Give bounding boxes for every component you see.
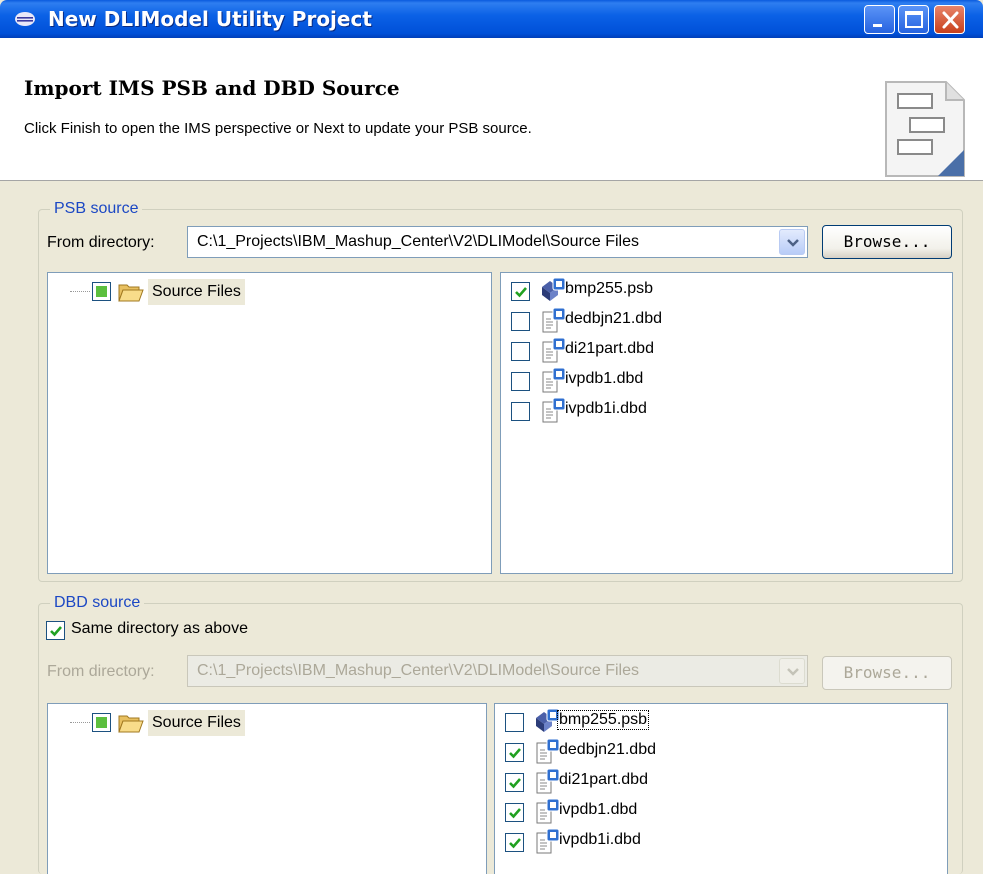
- dbd-directory-combo[interactable]: C:\1_Projects\IBM_Mashup_Center\V2\DLIMo…: [187, 655, 808, 687]
- close-button[interactable]: [934, 5, 965, 34]
- page-title: Import IMS PSB and DBD Source: [24, 76, 400, 100]
- dbd-icon: [542, 337, 566, 363]
- tree-checkbox-partial[interactable]: [92, 282, 111, 301]
- psb-browse-button[interactable]: Browse...: [822, 225, 952, 259]
- psb-directory-label: From directory:: [47, 234, 155, 251]
- file-checkbox[interactable]: [505, 803, 524, 822]
- maximize-icon: [905, 11, 923, 28]
- dbd-directory-value: C:\1_Projects\IBM_Mashup_Center\V2\DLIMo…: [197, 662, 639, 679]
- checkmark-icon: [515, 287, 527, 298]
- file-name: ivpdb1.dbd: [565, 370, 644, 387]
- chevron-down-icon: [787, 668, 799, 676]
- file-name: bmp255.psb: [556, 710, 650, 730]
- maximize-button[interactable]: [898, 5, 929, 34]
- file-checkbox[interactable]: [511, 372, 530, 391]
- psb-icon: [542, 277, 566, 301]
- psb-directory-value: C:\1_Projects\IBM_Mashup_Center\V2\DLIMo…: [197, 233, 639, 250]
- dbd-directory-label: From directory:: [47, 663, 155, 680]
- file-name: bmp255.psb: [565, 280, 654, 297]
- tree-item-label: Source Files: [148, 279, 245, 305]
- file-name: di21part.dbd: [559, 771, 648, 788]
- dbd-directory-dropdown-button[interactable]: [779, 658, 805, 684]
- checkmark-icon: [509, 838, 521, 849]
- file-checkbox[interactable]: [505, 773, 524, 792]
- minimize-button[interactable]: [864, 5, 895, 34]
- checkmark-icon: [509, 778, 521, 789]
- dbd-file-list[interactable]: bmp255.psb dedbjn21.dbd di21part.dbd ivpdb1…: [494, 703, 948, 874]
- dbd-icon: [536, 798, 560, 824]
- dbd-icon: [536, 768, 560, 794]
- file-checkbox[interactable]: [505, 833, 524, 852]
- window-title: New DLIModel Utility Project: [48, 7, 372, 31]
- chevron-down-icon: [787, 239, 799, 247]
- dbd-icon: [542, 397, 566, 423]
- minimize-icon: [873, 24, 882, 27]
- dbd-source-legend: DBD source: [50, 594, 145, 612]
- file-list-item[interactable]: ivpdb1.dbd: [511, 366, 911, 396]
- file-name: ivpdb1i.dbd: [565, 400, 647, 417]
- dbd-icon: [542, 307, 566, 333]
- checkmark-icon: [509, 748, 521, 759]
- wizard-banner-icon: [885, 81, 965, 177]
- dialog-window: New DLIModel Utility Project Import IMS …: [0, 0, 983, 874]
- file-checkbox[interactable]: [505, 713, 524, 732]
- dbd-icon: [536, 738, 560, 764]
- file-checkbox[interactable]: [511, 402, 530, 421]
- file-list-item[interactable]: di21part.dbd: [511, 336, 911, 366]
- dbd-icon: [542, 367, 566, 393]
- tree-item-label: Source Files: [148, 710, 245, 736]
- file-list-item[interactable]: ivpdb1.dbd: [505, 797, 905, 827]
- file-name: ivpdb1i.dbd: [559, 831, 641, 848]
- eclipse-window-icon: [15, 12, 35, 26]
- file-name: ivpdb1.dbd: [559, 801, 638, 818]
- folder-open-icon: [118, 284, 144, 302]
- file-name: dedbjn21.dbd: [559, 741, 656, 758]
- dbd-browse-button[interactable]: Browse...: [822, 656, 952, 690]
- psb-directory-combo[interactable]: C:\1_Projects\IBM_Mashup_Center\V2\DLIMo…: [187, 226, 808, 258]
- file-checkbox[interactable]: [511, 342, 530, 361]
- wizard-header: Import IMS PSB and DBD Source Click Fini…: [0, 38, 983, 181]
- tree-item-source-files[interactable]: Source Files: [70, 710, 370, 736]
- file-name: di21part.dbd: [565, 340, 654, 357]
- psb-folder-tree[interactable]: Source Files: [47, 272, 492, 574]
- file-list-item[interactable]: di21part.dbd: [505, 767, 905, 797]
- dbd-icon: [536, 828, 560, 854]
- dbd-folder-tree[interactable]: Source Files: [47, 703, 487, 874]
- title-bar[interactable]: New DLIModel Utility Project: [0, 0, 983, 38]
- checkmark-icon: [509, 808, 521, 819]
- file-list-item[interactable]: bmp255.psb: [511, 276, 911, 306]
- same-directory-checkbox[interactable]: [46, 621, 65, 640]
- checkmark-icon: [50, 626, 62, 637]
- folder-open-icon: [118, 715, 144, 733]
- tree-connector: [70, 291, 90, 292]
- file-checkbox[interactable]: [511, 282, 530, 301]
- file-checkbox[interactable]: [505, 743, 524, 762]
- file-list-item[interactable]: ivpdb1i.dbd: [505, 827, 905, 857]
- psb-file-list[interactable]: bmp255.psb dedbjn21.dbd di21part.dbd ivpdb1…: [500, 272, 953, 574]
- file-list-item[interactable]: bmp255.psb: [505, 707, 905, 737]
- file-list-item[interactable]: ivpdb1i.dbd: [511, 396, 911, 426]
- psb-icon: [536, 708, 560, 732]
- file-name: dedbjn21.dbd: [565, 310, 662, 327]
- file-checkbox[interactable]: [511, 312, 530, 331]
- tree-checkbox-partial[interactable]: [92, 713, 111, 732]
- page-description: Click Finish to open the IMS perspective…: [24, 120, 532, 137]
- tree-item-source-files[interactable]: Source Files: [70, 279, 370, 305]
- psb-directory-dropdown-button[interactable]: [779, 229, 805, 255]
- tree-connector: [70, 722, 90, 723]
- same-directory-label[interactable]: Same directory as above: [71, 620, 248, 638]
- file-list-item[interactable]: dedbjn21.dbd: [511, 306, 911, 336]
- close-icon: [942, 11, 959, 29]
- file-list-item[interactable]: dedbjn21.dbd: [505, 737, 905, 767]
- psb-source-legend: PSB source: [50, 200, 143, 218]
